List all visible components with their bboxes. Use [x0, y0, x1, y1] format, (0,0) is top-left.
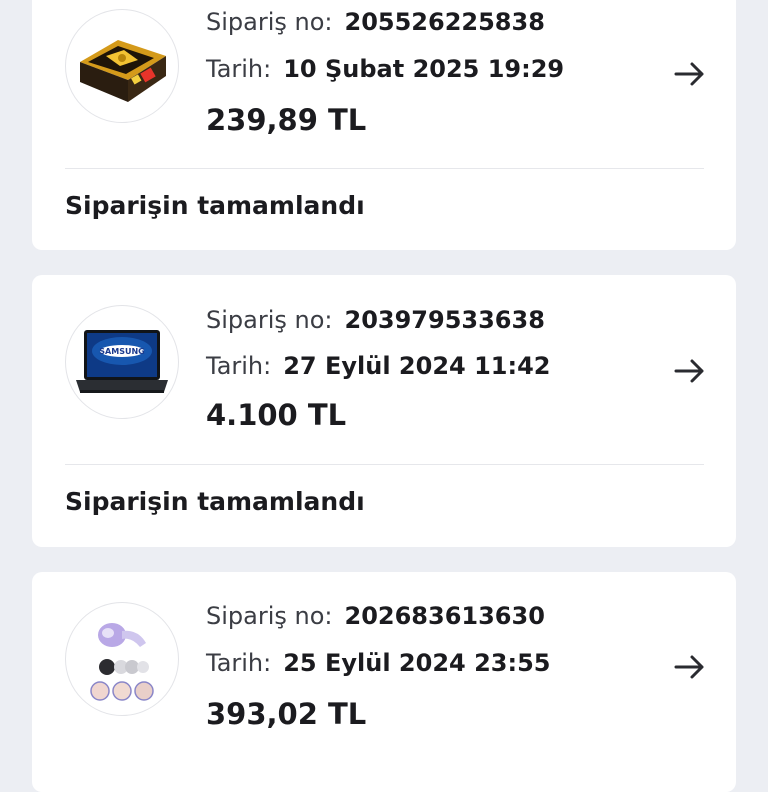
order-date-row: Tarih: 10 Şubat 2025 19:29: [206, 54, 564, 84]
order-number: 205526225838: [344, 8, 545, 36]
order-price: 393,02 TL: [206, 697, 367, 731]
order-card[interactable]: Sipariş no: 205526225838 Tarih: 10 Şubat 2…: [32, 0, 736, 250]
divider: [65, 464, 704, 465]
order-price: 4.100 TL: [206, 398, 347, 432]
order-number-label: Sipariş no:: [206, 602, 333, 630]
order-card[interactable]: Sipariş no: 202683613630 Tarih: 25 Eylül 2…: [32, 572, 736, 792]
order-date-label: Tarih:: [206, 352, 272, 380]
order-date-label: Tarih:: [206, 649, 272, 677]
gift-box-icon: [80, 40, 166, 102]
order-number-label: Sipariş no:: [206, 8, 333, 36]
arrow-right-icon[interactable]: [672, 357, 708, 385]
order-date-label: Tarih:: [206, 55, 272, 83]
massager-icon: [90, 623, 154, 701]
divider: [65, 168, 704, 169]
samsung-logo-text: SAMSUNG: [99, 347, 144, 356]
order-date-row: Tarih: 25 Eylül 2024 23:55: [206, 648, 550, 678]
order-date: 25 Eylül 2024 23:55: [283, 649, 551, 677]
product-image: [65, 9, 179, 123]
order-date: 27 Eylül 2024 11:42: [283, 352, 551, 380]
order-number-label: Sipariş no:: [206, 306, 333, 334]
order-card[interactable]: SAMSUNG Sipariş no: 203979533638 Tarih: 27…: [32, 275, 736, 547]
order-price: 239,89 TL: [206, 103, 367, 137]
order-number-row: Sipariş no: 205526225838: [206, 7, 545, 37]
order-date: 10 Şubat 2025 19:29: [283, 55, 565, 83]
order-number: 202683613630: [344, 602, 545, 630]
order-date-row: Tarih: 27 Eylül 2024 11:42: [206, 351, 550, 381]
order-status: Siparişin tamamlandı: [65, 191, 365, 220]
laptop-icon: SAMSUNG: [76, 330, 168, 393]
order-number-row: Sipariş no: 202683613630: [206, 601, 545, 631]
arrow-right-icon[interactable]: [672, 60, 708, 88]
order-number: 203979533638: [344, 306, 545, 334]
arrow-right-icon[interactable]: [672, 653, 708, 681]
order-number-row: Sipariş no: 203979533638: [206, 305, 545, 335]
product-image: [65, 602, 179, 716]
product-image: SAMSUNG: [65, 305, 179, 419]
order-status: Siparişin tamamlandı: [65, 487, 365, 516]
